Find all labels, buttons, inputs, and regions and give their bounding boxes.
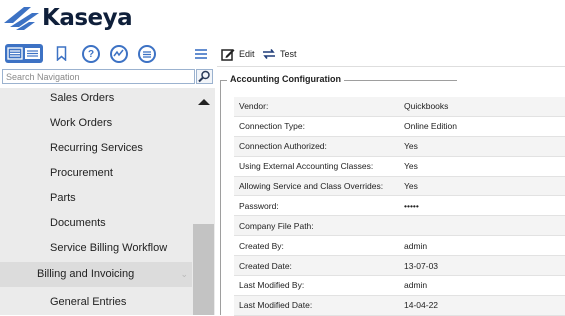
field-label: Connection Type: (234, 116, 399, 137)
bookmark-button[interactable] (54, 44, 68, 63)
sidebar-item-documents[interactable]: Documents (0, 211, 192, 236)
list-view-icon (7, 47, 40, 60)
sidebar-item-label: Billing and Invoicing (37, 268, 135, 280)
sidebar-item-recurring-services[interactable]: Recurring Services (0, 136, 192, 161)
sidebar-item-sales-orders[interactable]: Sales Orders (0, 88, 192, 111)
fieldset-border (220, 80, 221, 315)
sidebar-item-service-billing-workflow[interactable]: Service Billing Workflow (0, 236, 192, 261)
field-value: Quickbooks (399, 97, 565, 117)
sidebar-item-label: Service Billing Workflow (50, 242, 168, 254)
sidebar-item-procurement[interactable]: Procurement (0, 161, 192, 186)
table-row: Created By: admin (234, 235, 565, 257)
table-row: Created Date: 13-07-03 (234, 255, 565, 277)
search-button[interactable] (196, 69, 213, 84)
sidebar-item-label: Parts (50, 192, 76, 204)
section-title: Accounting Configuration (227, 74, 344, 84)
sidebar-item-label: Documents (50, 217, 106, 229)
field-label: Created Date: (234, 255, 399, 277)
sidebar-item-label: Recurring Services (50, 142, 143, 154)
field-label: Last Modified By: (234, 275, 399, 296)
field-label: Connection Authorized: (234, 136, 399, 157)
table-row: Connection Authorized: Yes (234, 136, 565, 157)
field-value (399, 215, 565, 237)
content-toolbar: Edit Test (217, 41, 565, 66)
sidebar-item-general-entries[interactable]: General Entries (0, 290, 192, 315)
sidebar-item-label: Sales Orders (50, 92, 115, 104)
configuration-table: Vendor: Quickbooks Connection Type: Online… (234, 97, 565, 316)
notes-icon (143, 50, 151, 58)
table-row: Company File Path: (234, 215, 565, 237)
table-row: Allowing Service and Class Overrides: Yes (234, 176, 565, 197)
sidebar-item-billing-and-invoicing[interactable]: Billing and Invoicing ⌄ (0, 262, 192, 287)
sidebar-scrollbar[interactable] (192, 88, 215, 315)
table-row: Last Modified Date: 14-04-22 (234, 295, 565, 316)
navigation-sidebar: Sales Orders Work Orders Recurring Servi… (0, 88, 215, 315)
scrollbar-thumb[interactable] (193, 224, 214, 315)
test-button[interactable]: Test (262, 46, 297, 62)
scroll-up-arrow-icon[interactable] (198, 99, 210, 105)
edit-button[interactable]: Edit (221, 46, 255, 62)
edit-icon (221, 49, 235, 61)
sidebar-item-work-orders[interactable]: Work Orders (0, 111, 192, 136)
main-panel: Edit Test Accounting Configuration Vendo… (217, 41, 565, 316)
bookmark-icon (56, 46, 66, 61)
notes-button[interactable] (138, 45, 156, 63)
table-row: Connection Type: Online Edition (234, 116, 565, 137)
table-row: Last Modified By: admin (234, 275, 565, 296)
search-icon (198, 70, 210, 83)
field-value: Online Edition (399, 116, 565, 137)
table-row: Using External Accounting Classes: Yes (234, 156, 565, 177)
hamburger-icon (195, 48, 207, 59)
list-view-button[interactable] (5, 44, 43, 63)
app-header: Kaseya (0, 0, 565, 40)
field-value: Yes (399, 136, 565, 157)
chevron-down-icon: ⌄ (180, 269, 188, 279)
edit-label: Edit (239, 49, 255, 59)
field-value: admin (399, 235, 565, 257)
sidebar-item-label: General Entries (50, 296, 127, 308)
search-bar (0, 68, 215, 86)
field-label: Last Modified Date: (234, 295, 399, 316)
table-row: Vendor: Quickbooks (234, 97, 565, 117)
field-value: 13-07-03 (399, 255, 565, 277)
field-label: Vendor: (234, 97, 399, 117)
menu-button[interactable] (193, 44, 209, 63)
field-value: Yes (399, 176, 565, 197)
swap-arrows-icon (263, 49, 275, 59)
field-label: Using External Accounting Classes: (234, 156, 399, 177)
field-value: ••••• (399, 195, 565, 217)
table-row: Password: ••••• (234, 195, 565, 217)
activity-icon (113, 49, 124, 57)
field-label: Created By: (234, 235, 399, 257)
kaseya-logo-icon (2, 4, 40, 39)
test-label: Test (280, 49, 297, 59)
sidebar-item-parts[interactable]: Parts (0, 186, 192, 211)
help-button[interactable]: ? (82, 45, 100, 63)
sidebar-item-label: Procurement (50, 167, 113, 179)
field-value: admin (399, 275, 565, 296)
field-value: 14-04-22 (399, 295, 565, 316)
field-value: Yes (399, 156, 565, 177)
sidebar-item-label: Work Orders (50, 117, 113, 129)
help-icon: ? (87, 48, 95, 60)
logo-text: Kaseya (42, 5, 133, 31)
search-input[interactable] (2, 69, 195, 84)
toolbar-divider (217, 66, 565, 67)
activity-button[interactable] (110, 45, 128, 63)
field-label: Allowing Service and Class Overrides: (234, 176, 399, 197)
field-label: Company File Path: (234, 215, 399, 237)
nav-toolbar: ? (0, 41, 215, 66)
field-label: Password: (234, 195, 399, 217)
